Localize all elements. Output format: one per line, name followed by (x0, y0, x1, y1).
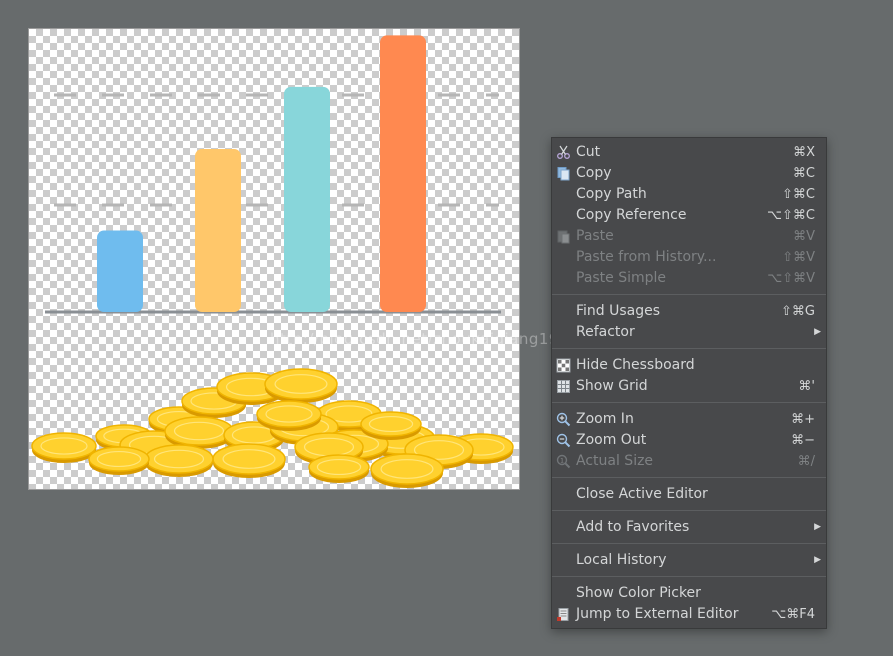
chart-bar (195, 149, 241, 312)
menu-item-find-usages[interactable]: Find Usages ⇧⌘G (552, 301, 826, 322)
submenu-arrow-icon: ▶ (814, 327, 821, 337)
menu-item-label: Show Color Picker (576, 585, 701, 601)
gold-coin (212, 443, 286, 475)
menu-item-copy-reference[interactable]: Copy Reference ⌥⇧⌘C (552, 205, 826, 226)
menu-item-label: Copy Reference (576, 207, 687, 223)
menu-separator (552, 576, 826, 577)
menu-item-hide-chessboard[interactable]: Hide Chessboard (552, 355, 826, 376)
gold-coin (164, 416, 234, 446)
menu-item-shortcut: ⌥⇧⌘C (767, 208, 815, 223)
menu-separator (552, 477, 826, 478)
chart-bar (380, 35, 426, 312)
menu-item-local-history[interactable]: Local History ▶ (552, 550, 826, 571)
menu-separator (552, 510, 826, 511)
menu-item-shortcut: ⇧⌘G (781, 304, 815, 319)
menu-item-label: Cut (576, 144, 601, 160)
chessboard-icon (556, 358, 571, 373)
menu-item-label: Zoom Out (576, 432, 647, 448)
menu-separator (552, 294, 826, 295)
menu-item-paste[interactable]: Paste ⌘V (552, 226, 826, 247)
menu-separator (552, 348, 826, 349)
menu-item-label: Close Active Editor (576, 486, 708, 502)
menu-item-label: Add to Favorites (576, 519, 690, 535)
menu-item-label: Show Grid (576, 378, 648, 394)
menu-item-cut[interactable]: Cut ⌘X (552, 142, 826, 163)
menu-item-jump-to-external-editor[interactable]: Jump to External Editor ⌥⌘F4 (552, 604, 826, 625)
menu-item-close-active-editor[interactable]: Close Active Editor (552, 484, 826, 505)
menu-item-shortcut: ⇧⌘C (782, 187, 815, 202)
zoom-out-icon (556, 433, 571, 448)
grid-icon (557, 380, 570, 393)
bar-chart-image (31, 35, 514, 488)
menu-item-label: Hide Chessboard (576, 357, 695, 373)
menu-item-label: Paste from History... (576, 249, 717, 265)
gold-coin (31, 432, 97, 460)
gold-coin (264, 368, 338, 400)
menu-item-shortcut: ⌘− (791, 433, 815, 448)
chart-bar (284, 86, 330, 312)
watermark-text: http://blog.csdn.net/zhoukaiqiang1992 (270, 330, 580, 348)
menu-item-label: Paste (576, 228, 614, 244)
menu-item-shortcut: ⌘+ (791, 412, 815, 427)
menu-item-label: Find Usages (576, 303, 661, 319)
actual-size-icon: 1 (556, 454, 571, 469)
gold-coin (256, 400, 322, 428)
zoom-in-icon (556, 412, 571, 427)
menu-item-label: Copy Path (576, 186, 647, 202)
menu-item-shortcut: ⌘' (798, 379, 815, 394)
context-menu: Cut ⌘X Copy ⌘C Copy Path ⇧⌘C Copy Refere… (551, 137, 827, 629)
menu-item-label: Copy (576, 165, 612, 181)
submenu-arrow-icon: ▶ (814, 555, 821, 565)
svg-text:1: 1 (560, 457, 564, 464)
paste-icon (557, 230, 570, 244)
menu-item-copy[interactable]: Copy ⌘C (552, 163, 826, 184)
menu-item-paste-simple[interactable]: Paste Simple ⌥⇧⌘V (552, 268, 826, 289)
menu-separator (552, 402, 826, 403)
menu-item-label: Zoom In (576, 411, 634, 427)
gold-coin (370, 453, 444, 485)
menu-item-add-to-favorites[interactable]: Add to Favorites ▶ (552, 517, 826, 538)
menu-item-label: Jump to External Editor (576, 606, 739, 622)
menu-item-label: Local History (576, 552, 667, 568)
menu-item-shortcut: ⌘V (793, 229, 815, 244)
menu-item-paste-from-history[interactable]: Paste from History... ⇧⌘V (552, 247, 826, 268)
image-canvas[interactable] (28, 28, 520, 490)
menu-item-copy-path[interactable]: Copy Path ⇧⌘C (552, 184, 826, 205)
copy-icon (557, 167, 570, 181)
menu-item-actual-size[interactable]: 1 Actual Size ⌘/ (552, 451, 826, 472)
menu-item-shortcut: ⌘C (792, 166, 815, 181)
menu-item-show-grid[interactable]: Show Grid ⌘' (552, 376, 826, 397)
menu-item-shortcut: ⌥⌘F4 (771, 607, 815, 622)
menu-item-shortcut: ⌘/ (797, 454, 815, 469)
menu-separator (552, 543, 826, 544)
menu-item-refactor[interactable]: Refactor ▶ (552, 322, 826, 343)
menu-item-label: Refactor (576, 324, 635, 340)
menu-item-zoom-out[interactable]: Zoom Out ⌘− (552, 430, 826, 451)
chart-bar (97, 230, 143, 312)
gold-coin (144, 444, 214, 474)
menu-item-show-color-picker[interactable]: Show Color Picker (552, 583, 826, 604)
menu-item-shortcut: ⇧⌘V (782, 250, 815, 265)
menu-item-label: Paste Simple (576, 270, 667, 286)
external-editor-icon (557, 608, 569, 621)
menu-item-label: Actual Size (576, 453, 654, 469)
menu-item-shortcut: ⌥⇧⌘V (767, 271, 815, 286)
submenu-arrow-icon: ▶ (814, 522, 821, 532)
menu-item-shortcut: ⌘X (793, 145, 815, 160)
scissors-icon (557, 145, 570, 159)
menu-item-zoom-in[interactable]: Zoom In ⌘+ (552, 409, 826, 430)
